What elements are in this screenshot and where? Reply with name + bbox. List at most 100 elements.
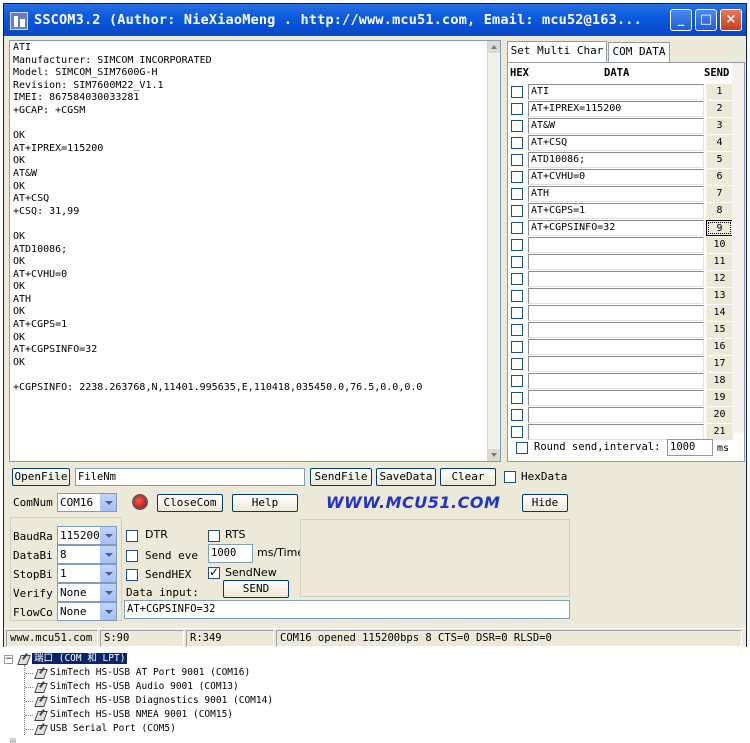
- hex-checkbox[interactable]: [511, 392, 523, 404]
- send-row-button[interactable]: 9: [706, 220, 733, 236]
- dtr-checkbox[interactable]: [126, 530, 138, 542]
- hex-checkbox[interactable]: [511, 86, 523, 98]
- send-row-button[interactable]: 11: [706, 254, 733, 270]
- save-data-button[interactable]: SaveData: [376, 468, 436, 486]
- send-row-button[interactable]: 12: [706, 271, 733, 287]
- chevron-down-icon[interactable]: [100, 527, 116, 544]
- tab-set-multi-char[interactable]: Set Multi Char: [507, 41, 607, 62]
- send-every-input[interactable]: 1000: [208, 544, 253, 563]
- data-input[interactable]: ATH: [528, 186, 704, 202]
- data-input[interactable]: [528, 407, 704, 423]
- data-input[interactable]: [528, 373, 704, 389]
- hex-checkbox[interactable]: [511, 120, 523, 132]
- open-file-button[interactable]: OpenFile: [12, 468, 70, 486]
- send-row-button[interactable]: 13: [706, 288, 733, 304]
- send-row-button[interactable]: 15: [706, 322, 733, 338]
- hex-checkbox[interactable]: [511, 205, 523, 217]
- help-button[interactable]: Help: [232, 494, 298, 512]
- hex-checkbox[interactable]: [511, 307, 523, 319]
- port-item[interactable]: SimTech HS-USB Diagnostics 9001 (COM14): [50, 695, 273, 707]
- close-com-button[interactable]: CloseCom: [157, 494, 223, 512]
- scroll-down-icon[interactable]: [488, 449, 500, 461]
- data-input[interactable]: AT+CGPS=1: [528, 203, 704, 219]
- receive-scrollbar[interactable]: [487, 41, 500, 461]
- rts-checkbox[interactable]: [208, 530, 220, 542]
- collapse-icon[interactable]: −: [4, 655, 13, 664]
- chevron-down-icon[interactable]: [100, 546, 116, 563]
- hex-checkbox[interactable]: [511, 324, 523, 336]
- verify-select[interactable]: None: [57, 583, 117, 602]
- data-input[interactable]: ATI: [528, 84, 704, 100]
- port-item[interactable]: SimTech HS-USB AT Port 9001 (COM16): [50, 667, 250, 679]
- hex-checkbox[interactable]: [511, 426, 523, 438]
- send-button[interactable]: SEND: [223, 580, 289, 598]
- send-row-button[interactable]: 18: [706, 373, 733, 389]
- port-item[interactable]: SimTech HS-USB NMEA 9001 (COM15): [50, 709, 233, 721]
- hex-checkbox[interactable]: [511, 154, 523, 166]
- data-input[interactable]: [528, 356, 704, 372]
- hex-checkbox[interactable]: [511, 409, 523, 421]
- data-input[interactable]: ATD10086;: [528, 152, 704, 168]
- round-send-checkbox[interactable]: [516, 442, 528, 454]
- hex-checkbox[interactable]: [511, 188, 523, 200]
- data-input[interactable]: [528, 254, 704, 270]
- hex-checkbox[interactable]: [511, 290, 523, 302]
- hex-checkbox[interactable]: [511, 358, 523, 370]
- file-name-input[interactable]: FileNm: [75, 468, 305, 486]
- hex-checkbox[interactable]: [511, 103, 523, 115]
- chevron-down-icon[interactable]: [100, 584, 116, 601]
- send-file-button[interactable]: SendFile: [310, 468, 372, 486]
- send-row-button[interactable]: 17: [706, 356, 733, 372]
- tab-com-data[interactable]: COM DATA: [608, 42, 670, 62]
- baud-rate-select[interactable]: 115200: [57, 526, 117, 545]
- stop-bits-select[interactable]: 1: [57, 564, 117, 583]
- hex-checkbox[interactable]: [511, 273, 523, 285]
- send-new-checkbox[interactable]: [208, 565, 220, 579]
- send-row-button[interactable]: 16: [706, 339, 733, 355]
- hex-checkbox[interactable]: [511, 256, 523, 268]
- hex-data-checkbox[interactable]: [504, 471, 516, 483]
- send-row-button[interactable]: 20: [706, 407, 733, 423]
- data-input[interactable]: [528, 305, 704, 321]
- com-num-select[interactable]: COM16: [57, 493, 117, 512]
- multi-char-scrollbar[interactable]: [732, 63, 744, 433]
- close-button[interactable]: ×: [720, 9, 742, 31]
- data-input[interactable]: AT+CGPSINFO=32: [528, 220, 704, 236]
- send-row-button[interactable]: 3: [706, 118, 733, 134]
- data-bits-select[interactable]: 8: [57, 545, 117, 564]
- hide-button[interactable]: Hide: [522, 494, 568, 512]
- data-input-field[interactable]: AT+CGPSINFO=32: [124, 600, 570, 619]
- data-input[interactable]: [528, 237, 704, 253]
- maximize-button[interactable]: □: [695, 9, 717, 31]
- data-input[interactable]: AT+CSQ: [528, 135, 704, 151]
- send-row-button[interactable]: 19: [706, 390, 733, 406]
- clear-button[interactable]: Clear: [440, 468, 496, 486]
- data-input[interactable]: AT+IPREX=115200: [528, 101, 704, 117]
- data-input[interactable]: [528, 339, 704, 355]
- port-category[interactable]: 端口 (COM 和 LPT): [32, 653, 128, 665]
- hex-checkbox[interactable]: [511, 222, 523, 234]
- hex-checkbox[interactable]: [511, 239, 523, 251]
- send-every-checkbox[interactable]: [126, 550, 138, 562]
- port-item[interactable]: SimTech HS-USB Audio 9001 (COM13): [50, 681, 239, 693]
- data-input[interactable]: [528, 390, 704, 406]
- data-input[interactable]: [528, 288, 704, 304]
- send-row-button[interactable]: 4: [706, 135, 733, 151]
- data-input[interactable]: AT+CVHU=0: [528, 169, 704, 185]
- hex-checkbox[interactable]: [511, 341, 523, 353]
- data-input[interactable]: AT&W: [528, 118, 704, 134]
- hex-checkbox[interactable]: [511, 375, 523, 387]
- send-row-button[interactable]: 14: [706, 305, 733, 321]
- title-bar[interactable]: SSCOM3.2 (Author: NieXiaoMeng . http://w…: [4, 4, 746, 36]
- send-row-button[interactable]: 1: [706, 84, 733, 100]
- hex-checkbox[interactable]: [511, 171, 523, 183]
- receive-textarea[interactable]: ATI Manufacturer: SIMCOM INCORPORATED Mo…: [9, 40, 501, 462]
- round-send-interval-input[interactable]: 1000: [667, 439, 713, 456]
- chevron-down-icon[interactable]: [100, 603, 116, 620]
- hex-checkbox[interactable]: [511, 137, 523, 149]
- scroll-up-icon[interactable]: [488, 41, 500, 53]
- minimize-button[interactable]: _: [670, 9, 692, 31]
- send-hex-checkbox[interactable]: [126, 569, 138, 581]
- send-row-button[interactable]: 6: [706, 169, 733, 185]
- send-row-button[interactable]: 5: [706, 152, 733, 168]
